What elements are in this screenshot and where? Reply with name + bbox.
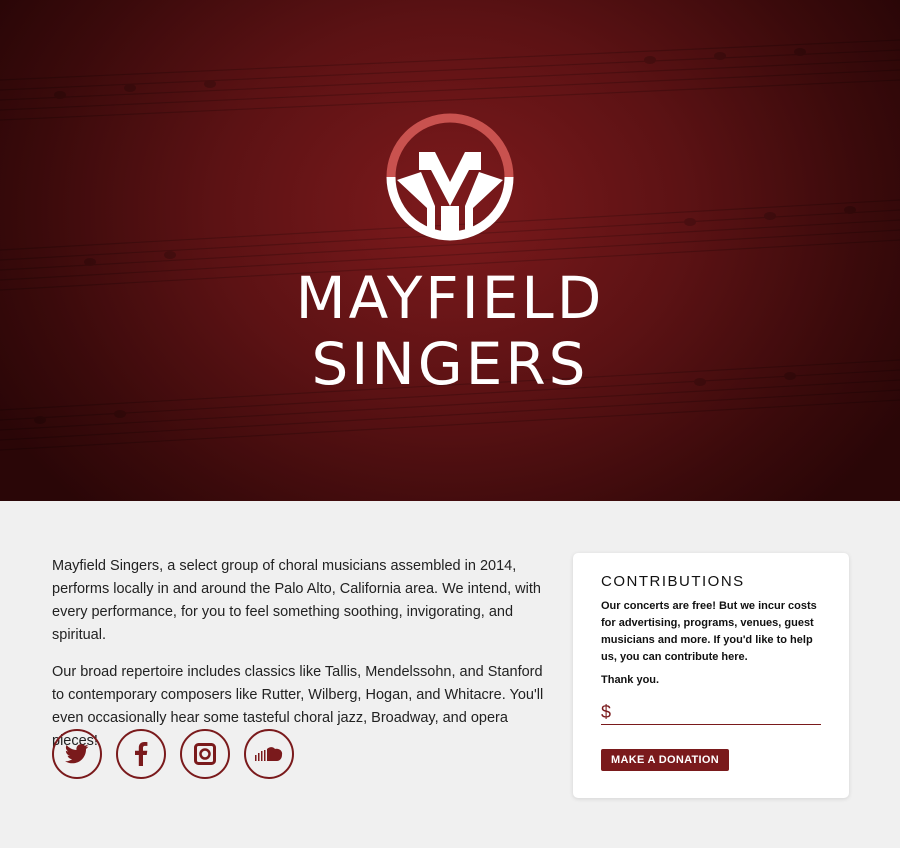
soundcloud-icon: [255, 747, 283, 761]
contributions-title: CONTRIBUTIONS: [601, 573, 745, 590]
about-paragraph-1: Mayfield Singers, a select group of chor…: [52, 558, 541, 643]
hero-banner: MAYFIELD SINGERS: [0, 0, 900, 501]
contributions-thanks: Thank you.: [601, 674, 660, 686]
social-links: [52, 729, 294, 779]
brand-title-line2: SINGERS: [311, 330, 589, 398]
instagram-link[interactable]: [180, 729, 230, 779]
twitter-link[interactable]: [52, 729, 102, 779]
currency-symbol: $: [601, 702, 612, 722]
twitter-icon: [65, 744, 89, 764]
soundcloud-link[interactable]: [244, 729, 294, 779]
facebook-link[interactable]: [116, 729, 166, 779]
contributions-body: Our concerts are free! But we incur cost…: [601, 600, 817, 663]
donation-amount-field: $: [601, 701, 821, 725]
facebook-icon: [135, 742, 148, 766]
instagram-icon: [194, 743, 216, 765]
brand-title-line1: MAYFIELD: [295, 264, 605, 332]
donation-amount-input[interactable]: [615, 702, 821, 722]
contributions-card: CONTRIBUTIONS Our concerts are free! But…: [573, 553, 849, 798]
sheet-music-background: [0, 39, 900, 451]
make-donation-button[interactable]: MAKE A DONATION: [601, 749, 729, 771]
mayfield-logo-icon: [386, 113, 514, 241]
